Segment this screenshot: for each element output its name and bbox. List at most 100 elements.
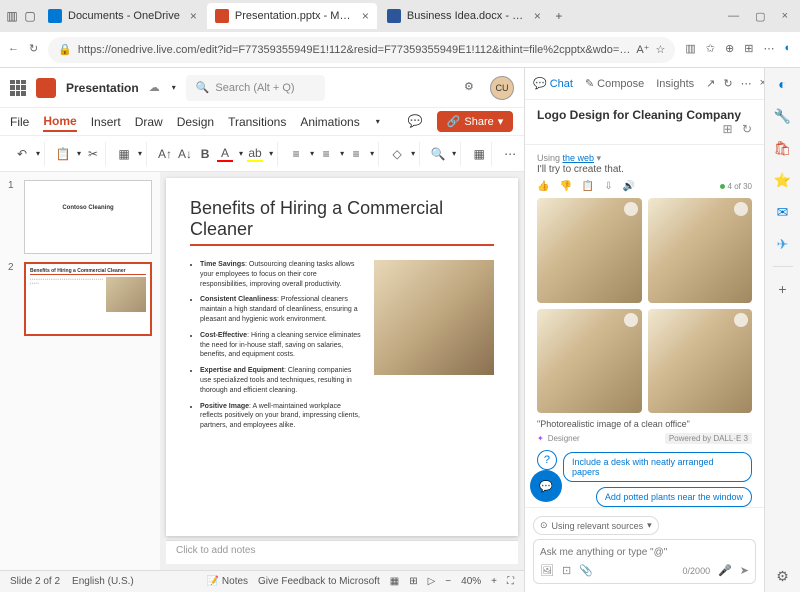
notes-input[interactable]: Click to add notes (166, 540, 518, 564)
tab-home[interactable]: Home (43, 112, 76, 132)
new-topic-button[interactable]: 💬 (530, 470, 562, 502)
sources-selector[interactable]: ⊙ Using relevant sources ▾ (533, 516, 659, 535)
suggestion-1[interactable]: Include a desk with neatly arranged pape… (563, 452, 752, 482)
zoom-level[interactable]: 40% (461, 576, 481, 587)
chevron-down-icon[interactable]: ▾ (376, 117, 380, 126)
app-launcher-icon[interactable] (10, 80, 26, 96)
suggestion-2[interactable]: Add potted plants near the window (596, 487, 752, 507)
close-icon[interactable]: × (362, 9, 369, 23)
tab-design[interactable]: Design (177, 113, 214, 131)
open-icon[interactable]: ↗ (706, 77, 715, 90)
tab-compose[interactable]: ✎ Compose (585, 77, 644, 90)
attach-icon[interactable]: 📎 (579, 564, 593, 577)
zoom-in-icon[interactable]: + (491, 576, 497, 587)
designer-icon[interactable]: ▦ (471, 146, 487, 162)
tab-file[interactable]: File (10, 113, 29, 131)
extensions-icon[interactable]: ⊞ (744, 42, 753, 58)
notes-toggle[interactable]: 📝 Notes (207, 576, 248, 587)
tab-insert[interactable]: Insert (91, 113, 121, 131)
search-input[interactable]: 🔍 Search (Alt + Q) (186, 75, 325, 101)
browser-tab-word[interactable]: Business Idea.docx - Microsoft W× (379, 3, 549, 29)
feedback-link[interactable]: Give Feedback to Microsoft (258, 576, 380, 587)
align-icon[interactable]: ≡ (348, 146, 364, 162)
settings-icon[interactable]: ⚙ (773, 566, 793, 586)
settings-icon[interactable]: ⚙ (464, 80, 480, 96)
comments-icon[interactable]: 💬 (408, 114, 423, 130)
slide-image[interactable] (374, 260, 494, 375)
export-icon[interactable]: ⇩ (604, 181, 612, 192)
browser-tab-presentation[interactable]: Presentation.pptx - Microsoft Po× (207, 3, 377, 29)
shopping-icon[interactable]: 🛍 (773, 138, 793, 158)
bullets-icon[interactable]: ≡ (288, 146, 304, 162)
browser-tab-onedrive[interactable]: Documents - OneDrive× (40, 3, 205, 29)
view-slideshow-icon[interactable]: ▷ (428, 576, 436, 587)
tab-insights[interactable]: Insights (656, 78, 694, 90)
generated-image-3[interactable] (537, 309, 642, 414)
outlook-icon[interactable]: ✉ (773, 202, 793, 222)
history-icon[interactable]: ↻ (742, 122, 752, 136)
minimize-icon[interactable]: — (728, 10, 739, 23)
view-sorter-icon[interactable]: ⊞ (409, 576, 417, 587)
paste-icon[interactable]: 📋 (55, 146, 71, 162)
send-icon[interactable]: ➤ (740, 564, 749, 577)
star-icon[interactable]: ⭐ (773, 170, 793, 190)
generated-image-2[interactable] (648, 198, 753, 303)
font-color-icon[interactable]: A (217, 146, 233, 162)
refresh-icon[interactable]: ↻ (29, 42, 38, 58)
visual-search-icon[interactable]: ⊡ (562, 564, 571, 577)
close-window-icon[interactable]: × (782, 10, 788, 23)
slide-thumbnail-2[interactable]: Benefits of Hiring a Commercial Cleaner … (24, 262, 152, 336)
tools-icon[interactable]: 🔧 (773, 106, 793, 126)
zoom-out-icon[interactable]: − (445, 576, 451, 587)
undo-icon[interactable]: ↶ (14, 146, 30, 162)
fit-icon[interactable]: ⛶ (507, 576, 514, 587)
numbering-icon[interactable]: ≡ (318, 146, 334, 162)
find-icon[interactable]: 🔍 (430, 146, 446, 162)
slide-title[interactable]: Benefits of Hiring a Commercial Cleaner (190, 198, 494, 246)
document-name[interactable]: Presentation (66, 81, 139, 95)
dislike-icon[interactable]: 👎 (559, 181, 571, 192)
generated-image-4[interactable] (648, 309, 753, 414)
plugins-icon[interactable]: ⊞ (723, 122, 733, 136)
font-increase-icon[interactable]: A↑ (157, 146, 173, 162)
tab-draw[interactable]: Draw (135, 113, 163, 131)
add-icon[interactable]: + (773, 279, 793, 299)
shapes-icon[interactable]: ◇ (389, 146, 405, 162)
chevron-down-icon[interactable]: ▾ (172, 83, 176, 92)
tab-chat[interactable]: 💬 Chat (533, 77, 573, 90)
cut-icon[interactable]: ✂ (85, 146, 101, 162)
new-slide-icon[interactable]: ▦ (116, 146, 132, 162)
copilot-icon[interactable]: ◐ (784, 42, 792, 58)
copilot-input[interactable] (540, 547, 749, 558)
tab-actions-icon[interactable]: ▥ (4, 8, 20, 24)
favorite-icon[interactable]: ☆ (656, 43, 666, 56)
tab-transitions[interactable]: Transitions (228, 113, 286, 131)
workspaces-icon[interactable]: ▢ (22, 8, 38, 24)
slide-thumbnail-1[interactable]: Contoso Cleaning (24, 180, 152, 254)
close-icon[interactable]: × (190, 9, 197, 23)
copy-icon[interactable]: 📋 (582, 181, 594, 192)
add-image-icon[interactable]: 🖼 (540, 564, 554, 577)
slide-bullets[interactable]: Time Savings: Outsourcing cleaning tasks… (190, 260, 362, 437)
slide-canvas[interactable]: Benefits of Hiring a Commercial Cleaner … (166, 178, 518, 536)
read-icon[interactable]: 🔊 (623, 181, 635, 192)
using-web-link[interactable]: the web (563, 153, 595, 163)
collections-icon[interactable]: ⊕ (725, 42, 734, 58)
more-icon[interactable]: ⋯ (741, 77, 752, 90)
mic-icon[interactable]: 🎤 (718, 564, 732, 577)
send-icon[interactable]: ✈ (773, 234, 793, 254)
more-icon[interactable]: ⋯ (502, 146, 518, 162)
more-icon[interactable]: ⋯ (763, 42, 774, 58)
highlight-icon[interactable]: ab (247, 146, 263, 162)
font-decrease-icon[interactable]: A↓ (177, 146, 193, 162)
view-normal-icon[interactable]: ▦ (390, 576, 399, 587)
close-icon[interactable]: × (534, 9, 541, 23)
split-icon[interactable]: ▥ (685, 42, 695, 58)
refresh-icon[interactable]: ↻ (723, 77, 732, 90)
copilot-sidebar-icon[interactable]: ◐ (773, 74, 793, 94)
maximize-icon[interactable]: ▢ (755, 10, 765, 23)
url-input[interactable]: 🔒 https://onedrive.live.com/edit?id=F773… (48, 37, 675, 63)
generated-image-1[interactable] (537, 198, 642, 303)
back-icon[interactable]: ← (8, 42, 19, 58)
favorites-icon[interactable]: ✩ (706, 42, 715, 58)
